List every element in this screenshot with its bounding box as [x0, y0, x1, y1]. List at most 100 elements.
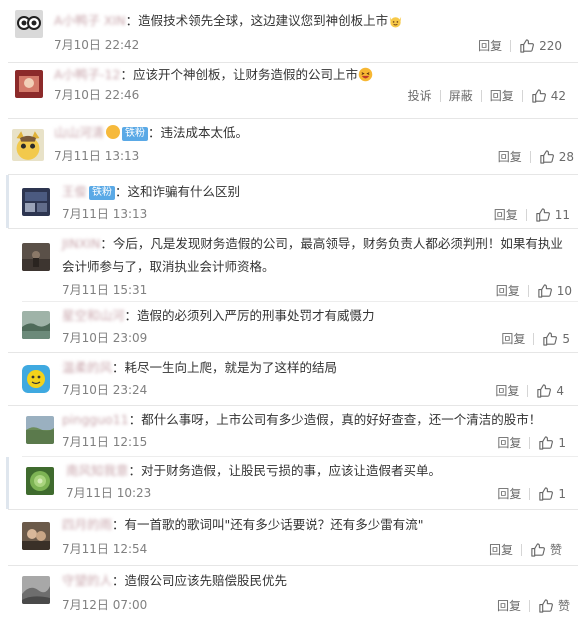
username-link[interactable]: 温柔的风 [62, 360, 112, 375]
comment-text: 这和诈骗有什么区别 [127, 184, 241, 199]
comment-item: 温柔的风：耗尽一生向上爬，就是为了这样的结局 7月10日 23:24 回复 4 [0, 353, 584, 405]
like-count: 1 [558, 486, 566, 501]
like-count: 赞 [549, 543, 562, 557]
comment-actions: 回复 赞 [489, 597, 570, 614]
like-button[interactable]: 赞 [522, 541, 562, 558]
comment-time: 7月10日 22:46 [54, 88, 140, 102]
reply-button[interactable]: 回复 [482, 87, 522, 104]
like-button[interactable]: 42 [523, 88, 566, 103]
comment-line: 四月的雨：有一首歌的歌词叫"还有多少话要说？还有多少雷有流" [62, 517, 424, 532]
comment-time: 7月11日 12:15 [62, 435, 148, 449]
like-button[interactable]: 5 [534, 331, 570, 346]
username-link[interactable]: 星空和山河 [62, 308, 125, 323]
thumbs-up-icon [538, 284, 552, 298]
like-button[interactable]: 4 [528, 383, 564, 398]
thumbs-up-icon [539, 599, 553, 613]
comment-text: 违法成本太低。 [160, 125, 249, 140]
user-avatar[interactable] [12, 129, 44, 161]
comment-item: pingguo11：都什么事呀，上市公司有多少造假，真的好好查查，还一个清洁的股… [0, 406, 584, 456]
like-button[interactable]: 10 [529, 283, 572, 298]
like-button[interactable]: 28 [531, 149, 574, 164]
username-link[interactable]: 守望的人 [62, 573, 112, 588]
thumbs-up-icon [532, 89, 546, 103]
comment-actions: 回复 220 [470, 37, 562, 54]
like-count: 42 [550, 88, 566, 103]
comment-line: 王俊 铁粉 ：这和诈骗有什么区别 [62, 184, 241, 200]
username-link[interactable]: 山山河清 [54, 125, 104, 140]
like-count: 28 [558, 149, 574, 164]
comment-actions: 回复 4 [487, 382, 564, 399]
comment-time: 7月12日 07:00 [62, 598, 148, 612]
report-button[interactable]: 投诉 [400, 87, 440, 104]
like-button[interactable]: 220 [511, 38, 562, 53]
block-button[interactable]: 屏蔽 [441, 87, 481, 104]
like-button[interactable]: 赞 [530, 597, 570, 614]
reply-button[interactable]: 回复 [487, 382, 527, 399]
user-avatar[interactable] [22, 576, 50, 604]
username-link[interactable]: JINXIN [62, 236, 100, 251]
reply-button[interactable]: 回复 [488, 282, 528, 299]
like-count: 赞 [557, 599, 570, 613]
like-button[interactable]: 11 [527, 207, 570, 222]
comment-time: 7月11日 10:23 [66, 486, 152, 500]
username-link[interactable]: 南风知我意 [66, 463, 129, 478]
comment-actions: 回复 11 [486, 206, 570, 223]
like-button[interactable]: 1 [530, 435, 566, 450]
cat-face-emoji-icon [390, 16, 402, 28]
thumbs-up-icon [539, 436, 554, 450]
comment-time: 7月11日 13:13 [62, 207, 148, 221]
comment-text: 对于财务造假，让股民亏损的事，应该让造假者买单。 [141, 463, 442, 478]
like-button[interactable]: 1 [530, 486, 566, 501]
thumbs-up-icon [539, 487, 554, 501]
like-count: 5 [562, 331, 570, 346]
comment-time: 7月11日 15:31 [62, 283, 148, 297]
reply-button[interactable]: 回复 [490, 148, 530, 165]
comment-line: A小鸭子 XIN：造假技术领先全球，这边建议您到神创板上市 [54, 12, 403, 30]
thumbs-up-icon [536, 208, 550, 222]
like-count: 1 [558, 435, 566, 450]
comment-time: 7月11日 12:54 [62, 542, 148, 556]
user-avatar[interactable] [22, 365, 50, 393]
comment-line: pingguo11：都什么事呀，上市公司有多少造假，真的好好查查，还一个清洁的股… [62, 412, 542, 427]
reply-button[interactable]: 回复 [489, 597, 529, 614]
user-avatar[interactable] [15, 70, 43, 98]
user-avatar[interactable] [26, 416, 54, 444]
reply-button[interactable]: 回复 [489, 485, 529, 502]
username-link[interactable]: 四月的雨 [62, 517, 112, 532]
comment-line: 守望的人：造假公司应该先赔偿股民优先 [62, 573, 288, 588]
comment-text: 造假公司应该先赔偿股民优先 [124, 573, 288, 588]
comment-text: 应该开个神创板，让财务造假的公司上市 [132, 67, 358, 82]
comment-line: 山山河清 铁粉 ：违法成本太低。 [54, 125, 249, 141]
username-link[interactable]: pingguo11 [62, 412, 129, 427]
comment-text: 耗尽一生向上爬，就是为了这样的结局 [124, 360, 338, 375]
reply-button[interactable]: 回复 [489, 434, 529, 451]
username-link[interactable]: A小鸭子 XIN [54, 13, 126, 28]
comment-item: 守望的人：造假公司应该先赔偿股民优先 7月12日 07:00 回复 赞 [0, 566, 584, 623]
user-avatar[interactable] [26, 467, 54, 495]
user-avatar[interactable] [15, 10, 43, 38]
comment-item: 星空和山河：造假的必须列入严厉的刑事处罚才有威慑力 7月10日 23:09 回复… [0, 302, 584, 352]
reply-button[interactable]: 回复 [481, 541, 521, 558]
comment-time: 7月10日 23:09 [62, 331, 148, 345]
reply-button[interactable]: 回复 [470, 37, 510, 54]
user-avatar[interactable] [22, 522, 50, 550]
comment-item: A小鸭子 XIN：造假技术领先全球，这边建议您到神创板上市 7月10日 22:4… [0, 0, 584, 62]
username-link[interactable]: A小鸭子-12 [54, 67, 120, 82]
comment-line: A小鸭子-12：应该开个神创板，让财务造假的公司上市 [54, 66, 373, 84]
username-link[interactable]: 王俊 [62, 184, 87, 199]
comment-item: JINXIN：今后，凡是发现财务造假的公司，最高领导，财务负责人都必须判刑！如果… [0, 229, 584, 301]
thumbs-up-icon [531, 543, 545, 557]
fan-badge: 铁粉 [89, 186, 116, 200]
thumbs-up-icon [540, 150, 554, 164]
comment-line: 南风知我意：对于财务造假，让股民亏损的事，应该让造假者买单。 [66, 463, 442, 478]
user-avatar[interactable] [22, 188, 50, 216]
comment-actions: 回复 1 [489, 434, 566, 451]
user-avatar[interactable] [22, 243, 50, 271]
thumbs-up-icon [520, 39, 535, 53]
reply-button[interactable]: 回复 [493, 330, 533, 347]
comment-actions: 回复 5 [493, 330, 570, 347]
reply-button[interactable]: 回复 [486, 206, 526, 223]
user-avatar[interactable] [22, 311, 50, 339]
like-count: 4 [556, 383, 564, 398]
comment-time: 7月10日 23:24 [62, 383, 148, 397]
